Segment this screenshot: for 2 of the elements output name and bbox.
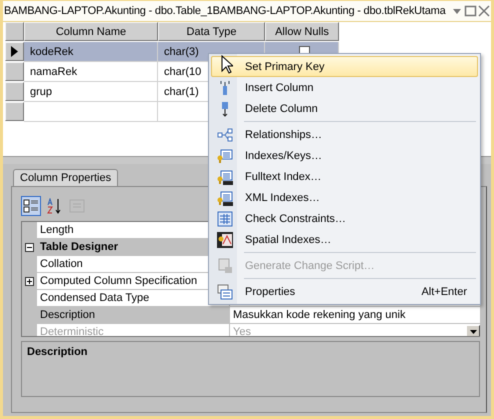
window-title: BAMBANG-LAPTOP.Akunting - dbo.Table_1BAMBANG-LAPTOP.Akunting - dbo.tblRekUtama (4, 5, 447, 17)
description-title: Description (27, 346, 88, 358)
